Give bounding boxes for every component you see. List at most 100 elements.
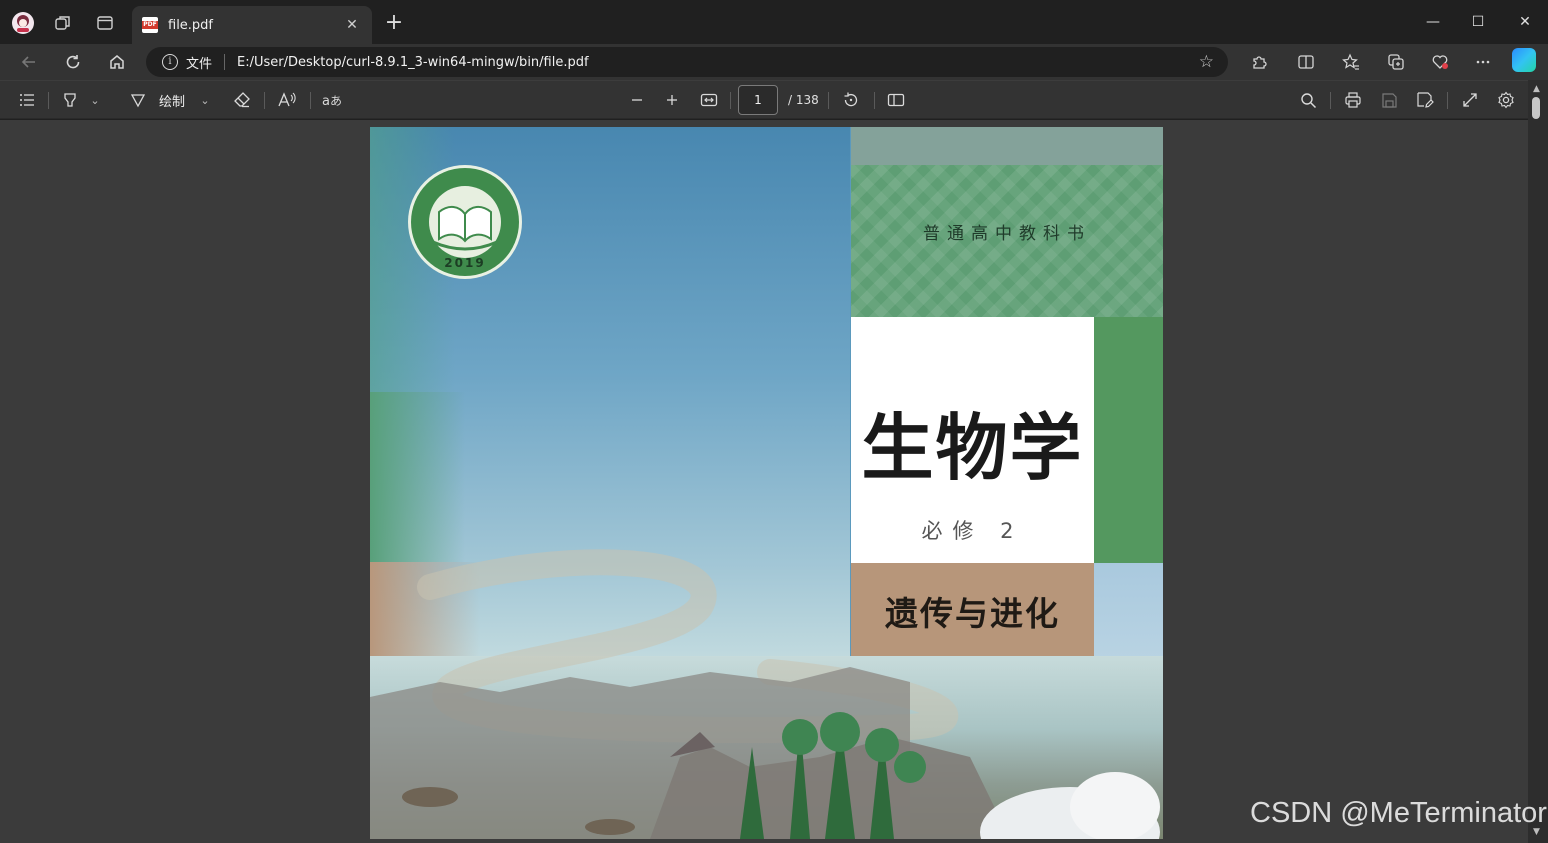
page-total-label: / 138 <box>788 93 819 107</box>
browser-essentials-button[interactable] <box>1425 47 1455 77</box>
vertical-scrollbar[interactable]: ▲ ▼ <box>1528 80 1548 843</box>
read-aloud-icon <box>278 92 296 107</box>
fit-to-width-button[interactable] <box>698 87 720 113</box>
workspaces-button[interactable] <box>48 8 78 38</box>
back-button[interactable] <box>14 47 44 77</box>
translate-button[interactable]: a あ <box>320 87 344 113</box>
find-button[interactable] <box>1297 87 1319 113</box>
cover-top-band <box>851 127 1163 165</box>
avatar-icon <box>12 12 34 34</box>
eraser-icon <box>234 92 250 108</box>
more-dots-icon <box>1476 60 1490 64</box>
save-disk-icon <box>1381 92 1397 108</box>
collections-button[interactable] <box>1381 47 1411 77</box>
draw-dropdown-chevron-icon[interactable]: ⌄ <box>198 87 212 113</box>
tab-active[interactable]: file.pdf ✕ <box>132 6 372 44</box>
svg-text:あ: あ <box>330 94 342 108</box>
vertical-tabs-icon <box>97 16 113 30</box>
navigation-bar: i 文件 E:/User/Desktop/curl-8.9.1_3-win64-… <box>0 44 1548 80</box>
fit-width-icon <box>700 93 718 107</box>
save-as-icon <box>1417 92 1434 108</box>
address-divider <box>224 54 226 70</box>
home-icon <box>110 55 124 69</box>
draw-pen-icon <box>130 94 146 108</box>
profile-avatar[interactable] <box>8 8 38 38</box>
cover-subtitle: 遗传与进化 <box>885 594 1060 633</box>
page-view-icon <box>887 93 905 107</box>
minus-icon <box>632 99 642 101</box>
new-tab-button[interactable]: + <box>380 10 408 38</box>
scroll-up-arrow-icon[interactable]: ▲ <box>1533 84 1540 94</box>
toolbar-divider <box>1447 92 1448 109</box>
print-button[interactable] <box>1342 87 1364 113</box>
split-screen-icon <box>1298 55 1314 69</box>
pdf-toolbar: ⌄ 绘制 ⌄ a あ / 138 <box>0 80 1548 119</box>
search-icon <box>1300 92 1316 108</box>
translate-icon: a あ <box>322 94 342 109</box>
save-as-button[interactable] <box>1414 87 1436 113</box>
highlight-button[interactable] <box>60 87 80 113</box>
close-window-button[interactable]: ✕ <box>1502 8 1548 36</box>
url-text[interactable]: E:/User/Desktop/curl-8.9.1_3-win64-mingw… <box>237 55 1199 70</box>
evolution-landscape-illustration <box>370 549 1160 839</box>
scroll-thumb[interactable] <box>1532 97 1540 119</box>
plus-icon <box>667 95 677 105</box>
seal-year: 2019 <box>444 256 486 270</box>
refresh-icon <box>66 55 80 69</box>
pdf-page[interactable]: 2019 普通高中教科书 生物学 必修 2 遗传与进化 <box>370 127 1163 839</box>
printer-icon <box>1345 92 1361 108</box>
rotate-icon <box>844 92 858 107</box>
back-arrow-icon <box>21 56 35 68</box>
copilot-icon[interactable] <box>1512 48 1536 72</box>
site-info-icon[interactable]: i <box>162 54 178 70</box>
toolbar-divider <box>264 92 265 109</box>
rotate-button[interactable] <box>840 87 862 113</box>
cover-series-label: 普通高中教科书 <box>923 224 1091 244</box>
draw-label[interactable]: 绘制 <box>156 87 188 113</box>
settings-more-button[interactable] <box>1468 47 1498 77</box>
favorite-star-icon[interactable]: ☆ <box>1199 52 1214 72</box>
erase-button[interactable] <box>232 87 252 113</box>
maximize-button[interactable]: ☐ <box>1455 8 1501 36</box>
favorites-button[interactable] <box>1336 47 1366 77</box>
fullscreen-button[interactable] <box>1459 87 1481 113</box>
draw-button[interactable] <box>128 87 148 113</box>
gear-icon <box>1498 91 1514 109</box>
csdn-watermark: CSDN @MeTerminator <box>1250 797 1547 829</box>
toolbar-divider <box>48 92 49 109</box>
extensions-button[interactable] <box>1244 47 1274 77</box>
tab-title: file.pdf <box>168 17 214 33</box>
pdf-file-icon <box>142 17 158 33</box>
puzzle-icon <box>1253 56 1267 69</box>
toolbar-divider <box>730 92 731 109</box>
scheme-label: 文件 <box>186 56 213 72</box>
zoom-in-button[interactable] <box>661 87 683 113</box>
split-screen-button[interactable] <box>1291 47 1321 77</box>
highlight-dropdown-chevron-icon[interactable]: ⌄ <box>88 87 102 113</box>
minimize-button[interactable]: — <box>1410 8 1456 36</box>
toolbar-divider <box>310 92 311 109</box>
page-number-input[interactable] <box>738 85 778 115</box>
toolbar-divider <box>874 92 875 109</box>
workspaces-icon <box>55 16 70 30</box>
heart-pulse-icon <box>1432 55 1448 69</box>
pdf-settings-button[interactable] <box>1495 87 1517 113</box>
title-bar: file.pdf ✕ + — ☐ ✕ <box>0 0 1548 44</box>
favorites-icon <box>1342 53 1359 70</box>
tab-close-icon[interactable]: ✕ <box>342 17 362 33</box>
zoom-out-button[interactable] <box>626 87 648 113</box>
address-bar[interactable]: i 文件 E:/User/Desktop/curl-8.9.1_3-win64-… <box>146 47 1228 77</box>
tab-actions-button[interactable] <box>90 8 120 38</box>
contents-button[interactable] <box>16 87 38 113</box>
highlighter-icon <box>64 93 76 107</box>
table-of-contents-icon <box>20 94 34 106</box>
svg-text:a: a <box>322 94 330 109</box>
home-button[interactable] <box>102 47 132 77</box>
refresh-button[interactable] <box>58 47 88 77</box>
page-view-button[interactable] <box>885 87 907 113</box>
cover-title: 生物学 <box>861 405 1084 490</box>
save-button[interactable] <box>1378 87 1400 113</box>
toolbar-divider <box>828 92 829 109</box>
pdf-viewer[interactable]: 2019 普通高中教科书 生物学 必修 2 遗传与进化 <box>0 120 1528 843</box>
read-aloud-button[interactable] <box>276 87 298 113</box>
